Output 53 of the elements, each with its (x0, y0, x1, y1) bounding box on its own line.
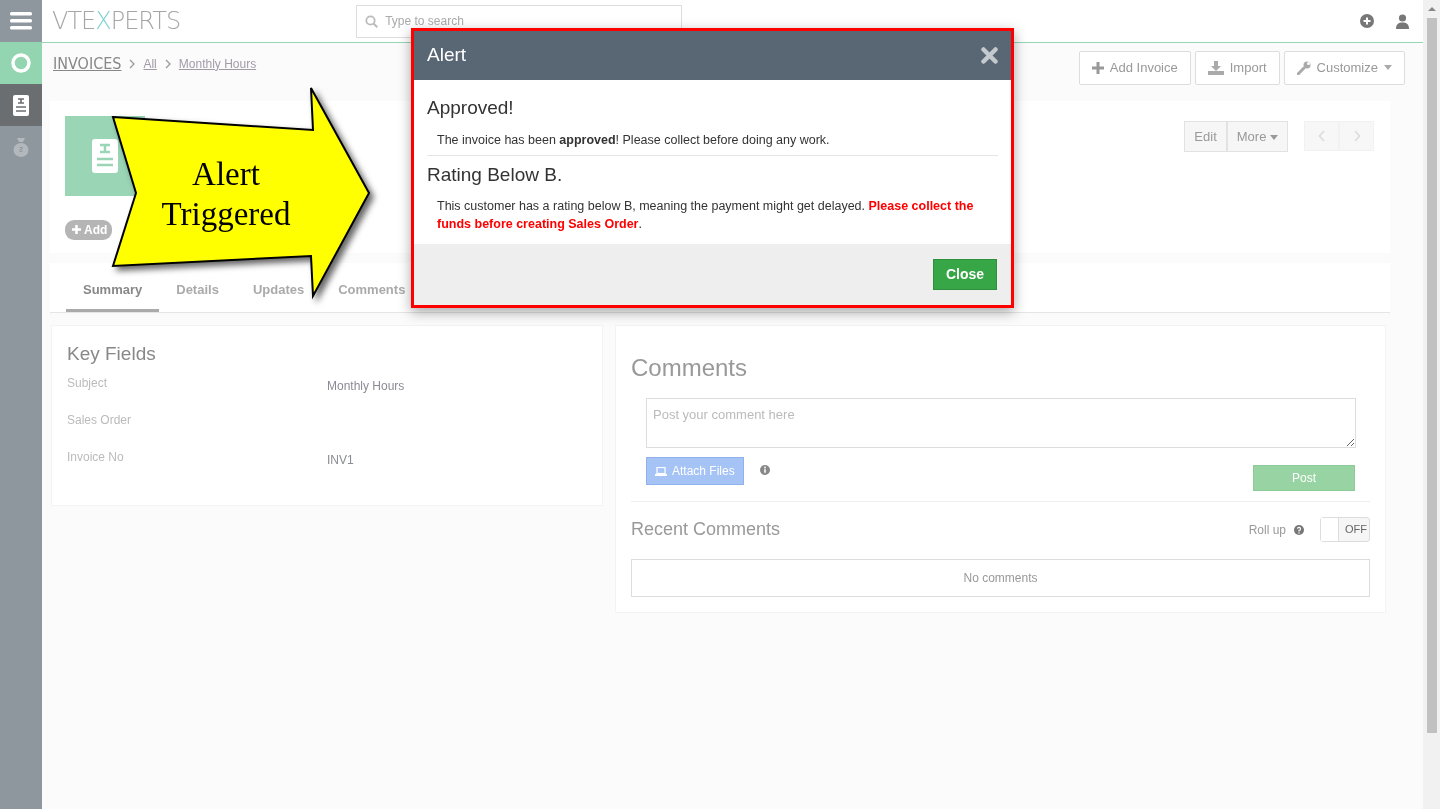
plus-icon (72, 225, 81, 234)
user-icon[interactable] (1396, 13, 1409, 29)
chevron-right-icon (1352, 129, 1361, 142)
help-icon[interactable] (1294, 524, 1304, 535)
import-button[interactable]: Import (1194, 51, 1280, 85)
plus-icon (1091, 61, 1104, 74)
dialog-title: Alert (427, 43, 467, 68)
alert-message: The invoice has been approved! Please collect before doing any work. (436, 131, 831, 149)
info-icon[interactable] (759, 465, 770, 475)
section-title: Comments (631, 352, 749, 383)
close-button[interactable]: Close (932, 259, 997, 290)
more-button[interactable]: More (1226, 120, 1288, 152)
customize-button[interactable]: Customize (1283, 51, 1405, 85)
empty-comments-message: No comments (631, 559, 1370, 597)
section-title: Recent Comments (631, 518, 781, 541)
download-icon (1207, 60, 1224, 75)
logo[interactable]: VTEXPERTS (52, 3, 181, 39)
post-button[interactable]: Post (1253, 465, 1355, 491)
chevron-icon (164, 58, 171, 69)
roll-up-label: Roll up (1248, 521, 1286, 539)
edit-button[interactable]: Edit (1184, 120, 1227, 152)
scroll-up-icon[interactable] (1427, 6, 1436, 12)
close-icon[interactable] (981, 47, 998, 64)
tab[interactable]: Summary (66, 280, 160, 312)
field-label: Subject (67, 376, 108, 390)
field-value: Monthly Hours (327, 379, 405, 393)
roll-up-toggle[interactable]: OFF (1320, 517, 1370, 542)
wrench-icon (1296, 60, 1311, 75)
alert-heading: Rating Below B. (427, 162, 564, 187)
field-label: Invoice No (67, 450, 124, 464)
tag-button[interactable]: Add (65, 219, 113, 240)
comment-field[interactable]: Post your comment here (646, 397, 1356, 448)
callout-label: Alert Triggered (160, 155, 292, 234)
chevron-icon (129, 58, 136, 69)
caret-icon (1384, 65, 1392, 71)
laptop-icon (655, 466, 667, 476)
invoice-icon[interactable] (0, 84, 42, 126)
caret-icon (1270, 134, 1278, 140)
alert-message: This customer has a rating below B, meaning the payment might get delayed. Please collect the funds before creating Sales Order. (436, 198, 975, 233)
tab[interactable]: Updates (235, 280, 322, 312)
tab[interactable]: Details (159, 280, 236, 312)
attach-files-button[interactable]: Attach Files (646, 457, 744, 485)
breadcrumb-link[interactable]: Monthly Hours (178, 54, 257, 73)
scrollbar[interactable] (1423, 0, 1440, 809)
add-icon[interactable] (1360, 14, 1374, 28)
breadcrumb-link[interactable]: INVOICES (53, 51, 122, 76)
alert-heading: Approved! (427, 96, 515, 120)
field-label: Sales Order (67, 413, 132, 427)
field-value: INV1 (327, 453, 354, 467)
chevron-left-icon (1317, 129, 1326, 142)
add-button[interactable]: Add Invoice (1078, 51, 1191, 85)
section-title: Key Fields (67, 341, 157, 366)
breadcrumb-link[interactable]: All (143, 54, 157, 73)
